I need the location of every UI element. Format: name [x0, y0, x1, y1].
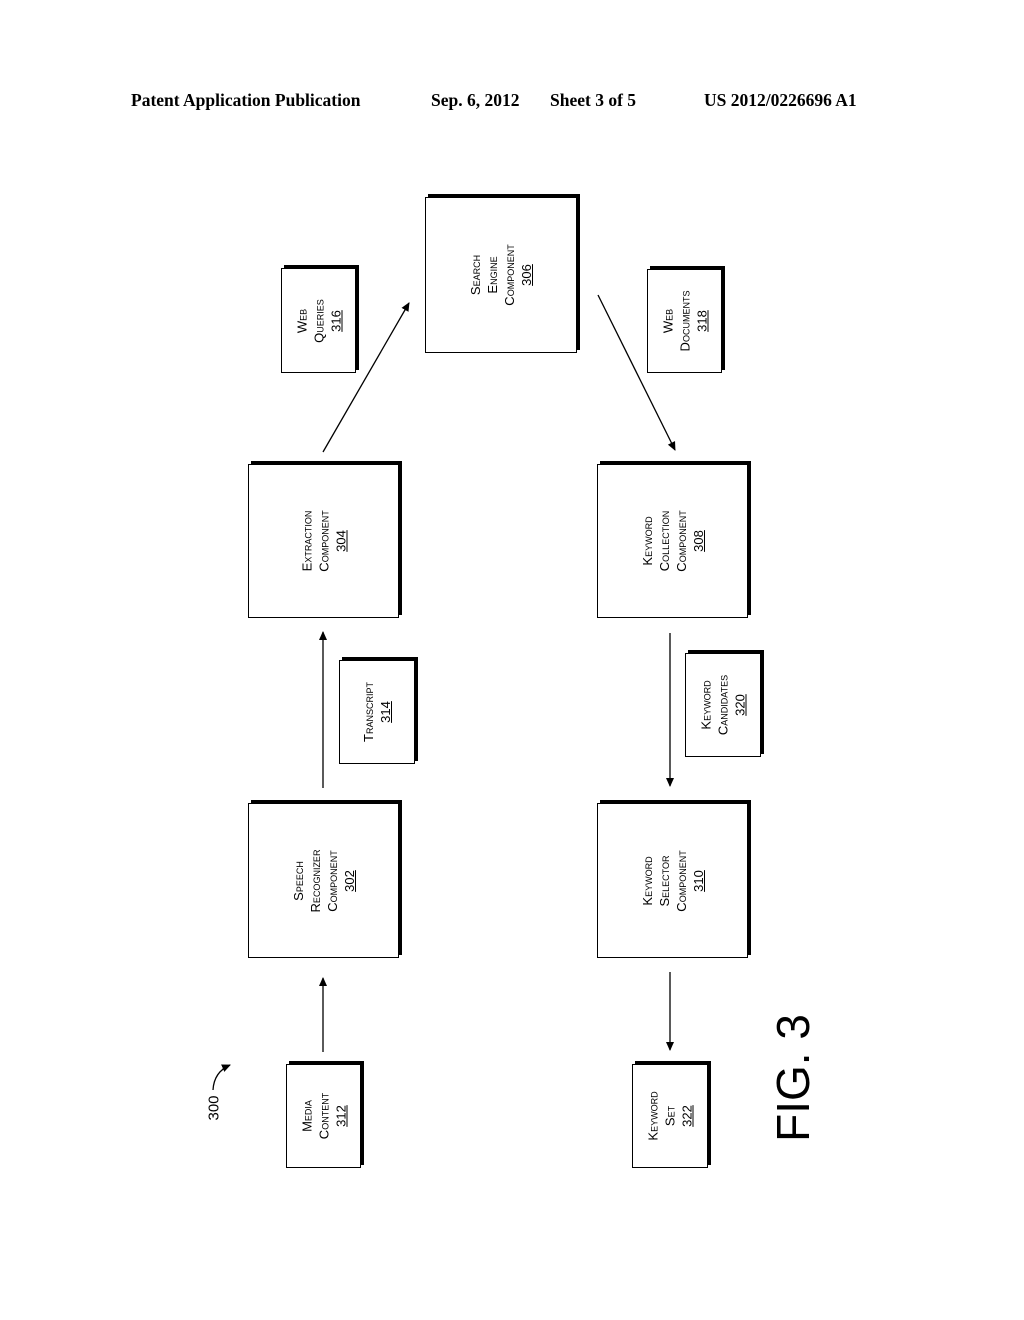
search-engine-component-box: Search Engine Component 306 [425, 197, 577, 353]
node-label-line: Component [502, 244, 517, 306]
node-reference-number: 312 [333, 1105, 348, 1127]
node-label-line: Component [673, 849, 689, 912]
figure-label: FIG. 3 [767, 1014, 819, 1142]
media-content-box: Media Content 312 [286, 1064, 361, 1168]
node-label-line: Recognizer [307, 849, 323, 912]
node-label-line: Engine [485, 256, 500, 294]
node-reference-number: 310 [690, 869, 706, 892]
node-reference-number: 318 [694, 310, 709, 332]
node-label-line: Keyword [639, 516, 655, 566]
node-label-line: Keyword [645, 1091, 661, 1141]
node-label-line: Selector [656, 854, 672, 907]
node-reference-number: 304 [333, 530, 348, 552]
node-label-line: Keyword [698, 680, 714, 730]
node-label-line: Content [316, 1092, 331, 1140]
node-label-line: Component [324, 849, 340, 912]
node-label-line: Search [468, 254, 483, 296]
node-label-line: Collection [656, 510, 672, 572]
node-reference-number: 316 [328, 309, 343, 332]
node-label-line: Queries [311, 298, 326, 343]
keyword-set-box: Keyword Set 322 [632, 1064, 708, 1168]
extraction-component-box: Extraction Component 304 [248, 464, 399, 618]
node-label-line: Web [294, 308, 309, 333]
node-label-line: Keyword [639, 855, 655, 906]
node-reference-number: 314 [378, 701, 393, 723]
speech-recognizer-component-box: Speech Recognizer Component 302 [248, 803, 399, 958]
node-label-line: Media [299, 1100, 314, 1132]
node-label-line: Component [316, 510, 331, 572]
node-label-line: Web [660, 308, 675, 334]
node-label-line: Component [673, 510, 689, 572]
node-reference-number: 306 [519, 264, 534, 286]
reference-300-arrow [212, 1064, 231, 1091]
node-label-line: Extraction [299, 510, 314, 572]
keyword-candidates-box: Keyword Candidates 320 [685, 653, 761, 757]
node-label-line: Candidates [715, 674, 731, 736]
diagram-reference-number: 300 [205, 1095, 223, 1121]
keyword-collection-component-box: Keyword Collection Component 308 [597, 464, 748, 618]
node-reference-number: 308 [690, 530, 706, 552]
web-documents-box: Web Documents 318 [647, 269, 722, 373]
node-label-line: Speech [290, 860, 306, 901]
node-reference-number: 320 [732, 694, 748, 716]
keyword-selector-component-box: Keyword Selector Component 310 [597, 803, 748, 958]
node-reference-number: 302 [341, 869, 357, 892]
web-queries-box: Web Queries 316 [281, 268, 356, 373]
node-label-line: Set [662, 1105, 678, 1127]
transcript-box: Transcript 314 [339, 660, 415, 764]
node-label-line: Documents [677, 290, 692, 352]
node-reference-number: 322 [679, 1105, 695, 1127]
node-label-line: Transcript [361, 682, 376, 742]
